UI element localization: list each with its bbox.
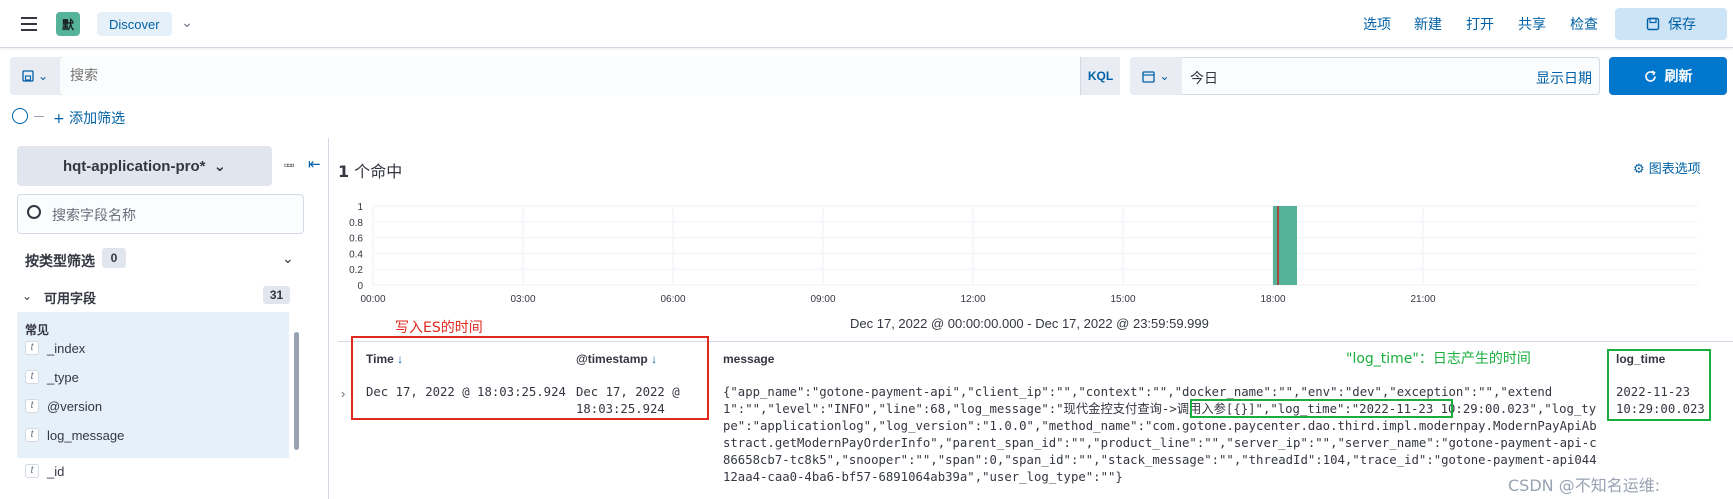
breadcrumb-discover[interactable]: Discover <box>97 12 172 36</box>
calendar-icon <box>1142 70 1156 83</box>
x-tick-label: 15:00 <box>1110 294 1135 305</box>
index-pattern-label: hqt-application-pro* <box>62 157 206 175</box>
hits-label: 个命中 <box>354 162 403 181</box>
inspect-link[interactable]: 检查 <box>1570 14 1598 34</box>
x-tick-label: 00:00 <box>360 294 385 305</box>
refresh-label: 刷新 <box>1664 69 1693 85</box>
refresh-button[interactable]: 刷新 <box>1609 57 1727 95</box>
x-tick-label: 09:00 <box>810 294 835 305</box>
string-type-icon: t <box>25 341 39 355</box>
field-name: _type <box>47 369 79 385</box>
save-label: 保存 <box>1668 17 1696 33</box>
annotation-es-time: 写入ES的时间 <box>395 320 483 336</box>
chevron-down-icon: ⌄ <box>37 69 49 83</box>
hamburger-menu-icon[interactable] <box>14 12 44 36</box>
field-item[interactable]: t _type <box>25 366 79 388</box>
space-avatar[interactable]: 默 <box>56 12 80 36</box>
x-tick-label: 18:00 <box>1260 294 1285 305</box>
x-tick-label: 03:00 <box>510 294 535 305</box>
field-search-input[interactable]: 搜索字段名称 <box>52 205 136 225</box>
chevron-down-icon[interactable]: ⌄ <box>282 250 294 267</box>
type-filter-label: 按类型筛选 <box>25 254 95 270</box>
annotation-green-box-message <box>1190 399 1453 418</box>
string-type-icon: t <box>25 399 39 413</box>
chart-options-button[interactable]: ⚙ 图表选项 <box>1633 158 1701 177</box>
field-item[interactable]: t @version <box>25 395 102 417</box>
y-tick-label: 1 <box>357 202 363 213</box>
save-button[interactable]: 保存 <box>1615 8 1727 40</box>
refresh-icon <box>1644 70 1656 82</box>
y-tick-label: 0 <box>357 281 363 292</box>
chevron-down-icon[interactable]: ⌄ <box>22 289 32 303</box>
hits-counter: 1 个命中 <box>338 158 402 182</box>
date-quick-menu[interactable]: ⌄ <box>1130 57 1182 95</box>
filter-divider <box>34 116 44 117</box>
expand-row-icon[interactable]: › <box>341 386 345 401</box>
histogram-chart[interactable]: 1 0.8 0.6 0.4 0.2 0 00:00 03:00 06:00 09:00 12:00 1… <box>338 196 1708 336</box>
new-link[interactable]: 新建 <box>1414 14 1442 34</box>
collapse-sidebar-icon[interactable]: ⇤ <box>308 155 321 173</box>
chart-options-label: 图表选项 <box>1648 162 1701 177</box>
column-header-message[interactable]: message <box>723 352 774 366</box>
watermark: CSDN @不知名运维: <box>1508 476 1661 495</box>
more-options-icon[interactable]: ▫▫▫ <box>284 158 295 172</box>
show-dates-link[interactable]: 显示日期 <box>1536 68 1592 88</box>
field-name: _id <box>47 463 65 479</box>
chevron-down-icon: ⌄ <box>1159 69 1170 83</box>
string-type-icon: t <box>25 464 39 478</box>
search-input[interactable] <box>62 57 1080 95</box>
y-tick-label: 0.6 <box>349 234 363 245</box>
filter-options-icon[interactable] <box>12 108 28 124</box>
options-link[interactable]: 选项 <box>1363 14 1391 34</box>
chevron-down-icon[interactable]: ⌄ <box>178 14 196 32</box>
open-link[interactable]: 打开 <box>1466 14 1494 34</box>
saved-query-button[interactable]: ⌄ <box>10 57 60 95</box>
field-name: @version <box>47 398 103 414</box>
hits-count: 1 <box>338 162 350 181</box>
date-value[interactable]: 今日 <box>1190 68 1218 88</box>
annotation-red-box <box>351 336 709 420</box>
y-tick-label: 0.8 <box>349 218 363 229</box>
sidebar-scrollbar[interactable] <box>294 332 299 450</box>
x-tick-label: 21:00 <box>1410 294 1435 305</box>
index-pattern-selector[interactable]: hqt-application-pro* ⌄ <box>17 146 272 186</box>
save-icon <box>1646 17 1660 31</box>
field-item[interactable]: t _index <box>25 337 85 359</box>
share-link[interactable]: 共享 <box>1518 14 1546 34</box>
string-type-icon: t <box>25 370 39 384</box>
sidebar-divider <box>328 138 329 499</box>
string-type-icon: t <box>25 428 39 442</box>
x-tick-label: 12:00 <box>960 294 985 305</box>
field-name: log_message <box>47 427 125 443</box>
available-fields-label[interactable]: 可用字段 <box>44 288 96 307</box>
x-tick-label: 06:00 <box>660 294 685 305</box>
y-tick-label: 0.4 <box>349 249 363 260</box>
cell-message: {"app_name":"gotone-payment-api","client… <box>723 385 1597 484</box>
chevron-down-icon: ⌄ <box>213 158 227 175</box>
y-tick-label: 0.2 <box>349 265 363 276</box>
available-fields-count: 31 <box>263 286 290 304</box>
field-name: _index <box>47 340 86 356</box>
search-icon <box>27 205 41 219</box>
saved-query-icon <box>22 70 34 82</box>
type-filter-count: 0 <box>102 248 126 268</box>
field-item[interactable]: t log_message <box>25 424 124 446</box>
histogram-bar <box>1273 206 1297 285</box>
kql-toggle[interactable]: KQL <box>1080 57 1120 95</box>
annotation-green-box-column <box>1607 349 1711 421</box>
chart-time-range: Dec 17, 2022 @ 00:00:00.000 - Dec 17, 20… <box>850 316 1209 331</box>
common-fields-label: 常见 <box>25 323 50 337</box>
annotation-log-time: "log_time"：日志产生的时间 <box>1346 351 1531 367</box>
field-item[interactable]: t _id <box>25 460 64 482</box>
add-filter-button[interactable]: + 添加筛选 <box>53 108 125 128</box>
